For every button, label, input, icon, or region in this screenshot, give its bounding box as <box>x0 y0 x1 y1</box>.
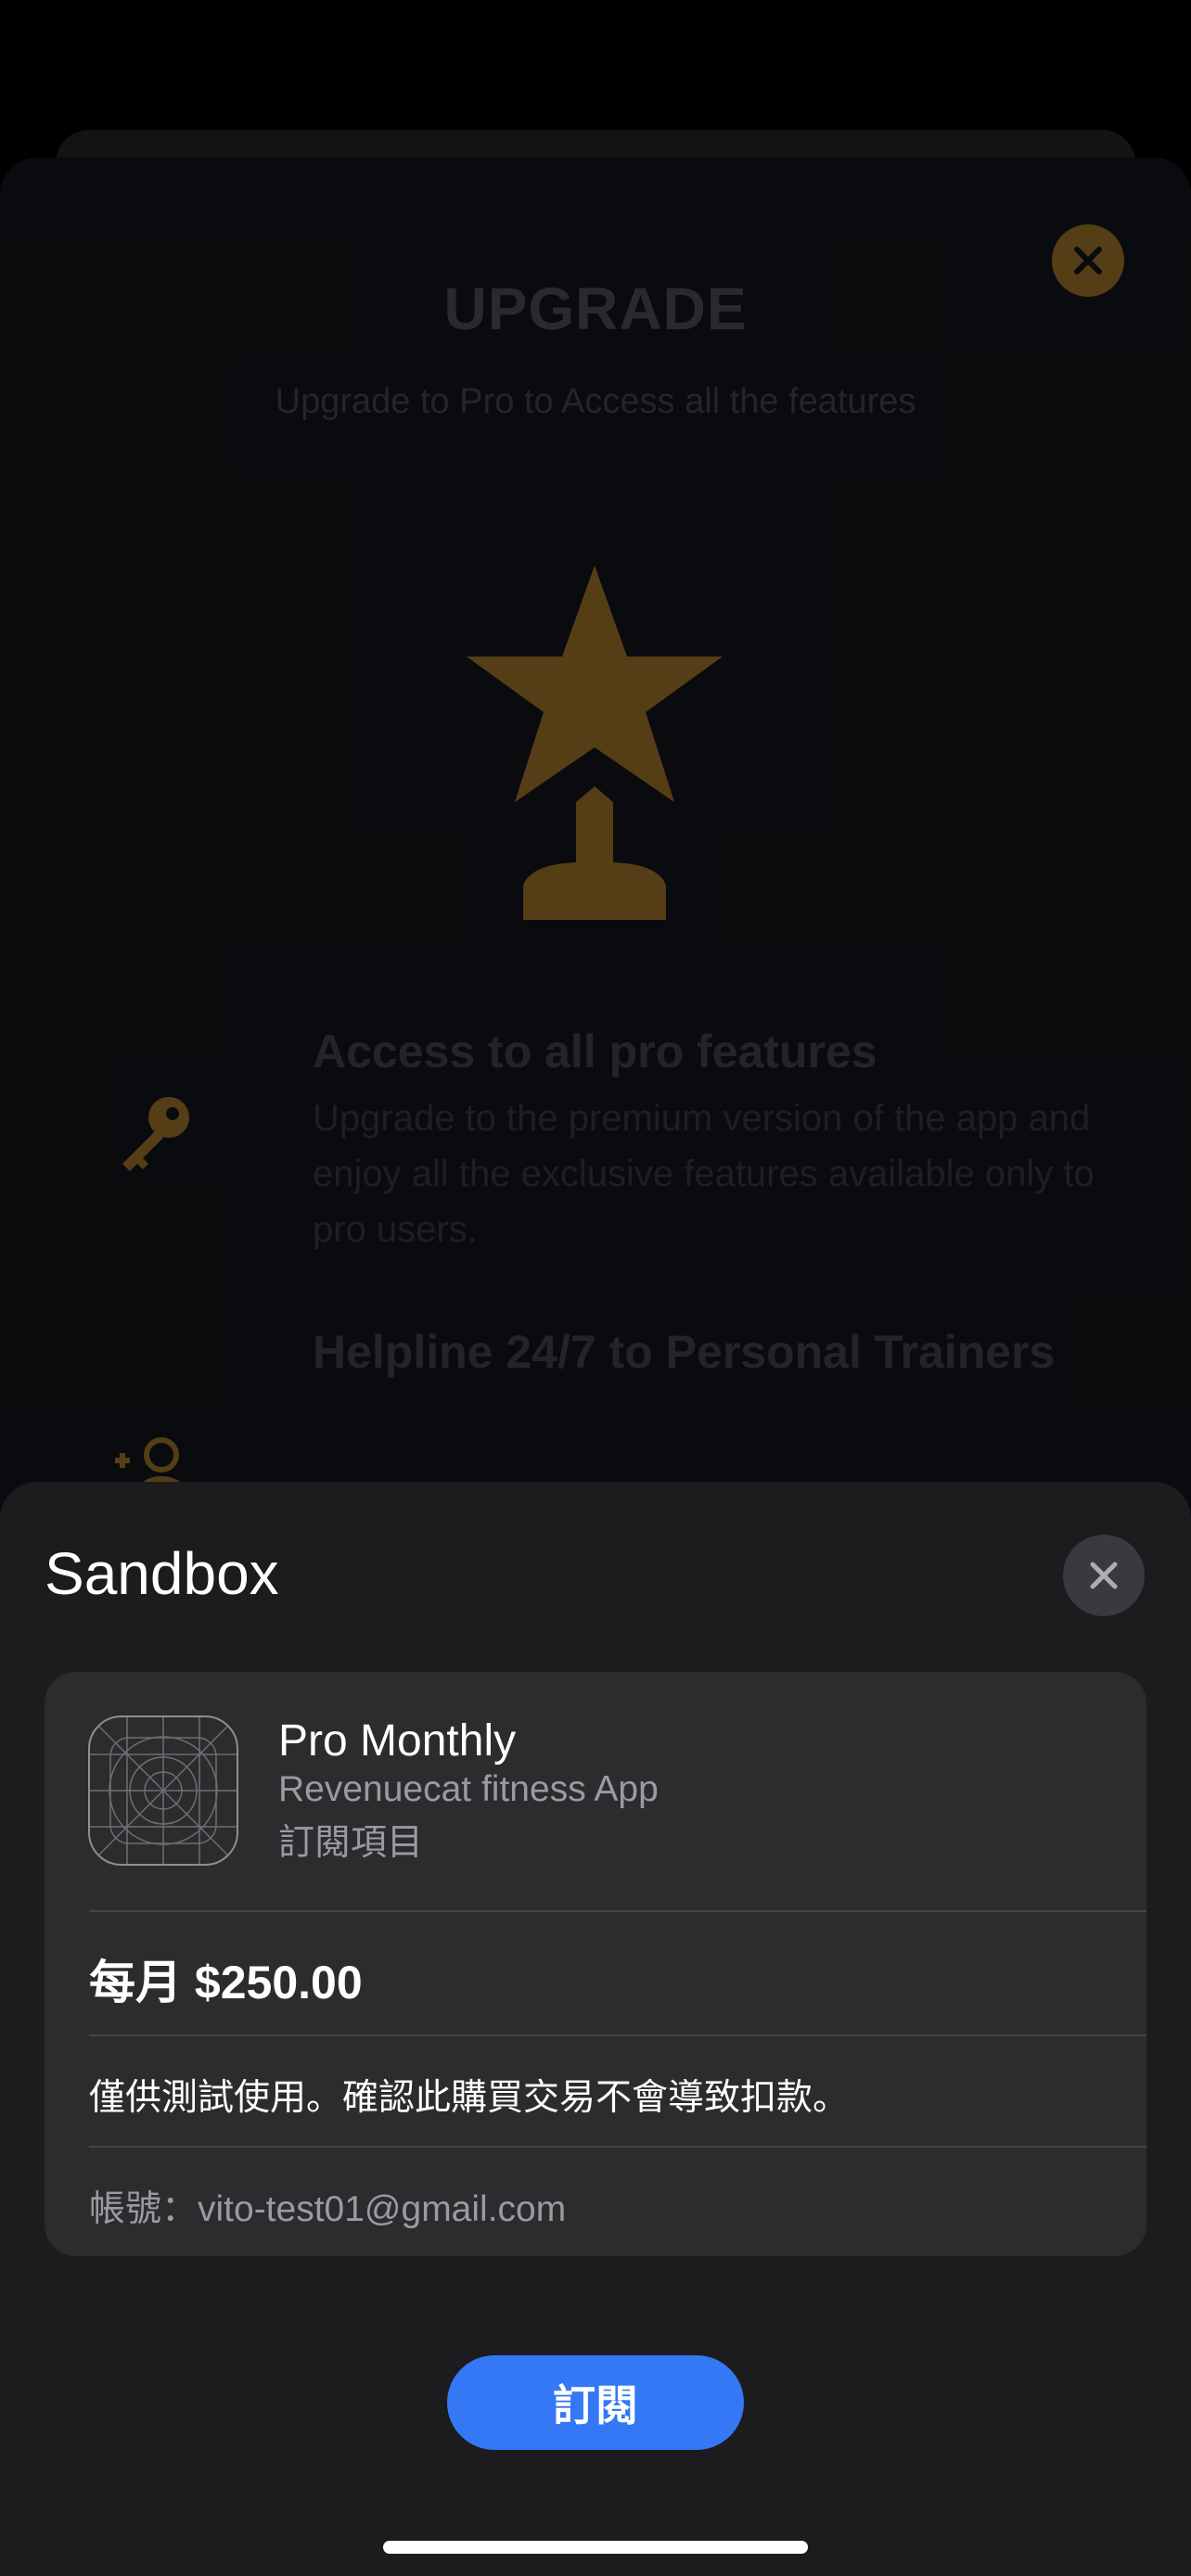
key-icon <box>122 1097 189 1171</box>
home-indicator[interactable] <box>383 2541 808 2554</box>
sandbox-note: 僅供測試使用。確認此購買交易不會導致扣款。 <box>89 2078 850 2118</box>
feature-title: Helpline 24/7 to Personal Trainers <box>313 1326 1056 1378</box>
subscribe-button[interactable]: 訂閱 <box>447 2355 744 2450</box>
close-icon <box>1090 1562 1118 1589</box>
upgrade-subtitle: Upgrade to Pro to Access all the feature… <box>275 382 916 421</box>
price-label: 每月 $250.00 <box>89 1957 363 2009</box>
app-icon-placeholder <box>88 1715 238 1866</box>
trophy-star-icon <box>467 566 723 920</box>
close-icon <box>1074 247 1102 274</box>
sheet-close-button[interactable] <box>1063 1535 1145 1616</box>
divider <box>89 2034 1146 2036</box>
feature-title: Access to all pro features <box>313 1026 877 1078</box>
divider <box>89 1910 1146 1912</box>
divider <box>89 2146 1146 2148</box>
account-label: 帳號：vito-test01@gmail.com <box>89 2189 567 2229</box>
feature-description: Upgrade to the premium version of the ap… <box>313 1098 1095 1250</box>
sheet-title: Sandbox <box>45 1540 279 1607</box>
product-app-name: Revenuecat fitness App <box>278 1769 659 1809</box>
product-name: Pro Monthly <box>278 1716 517 1766</box>
product-type: 訂閱項目 <box>278 1823 424 1863</box>
upgrade-title: UPGRADE <box>443 275 748 342</box>
app-icon-grid <box>90 1717 237 1864</box>
